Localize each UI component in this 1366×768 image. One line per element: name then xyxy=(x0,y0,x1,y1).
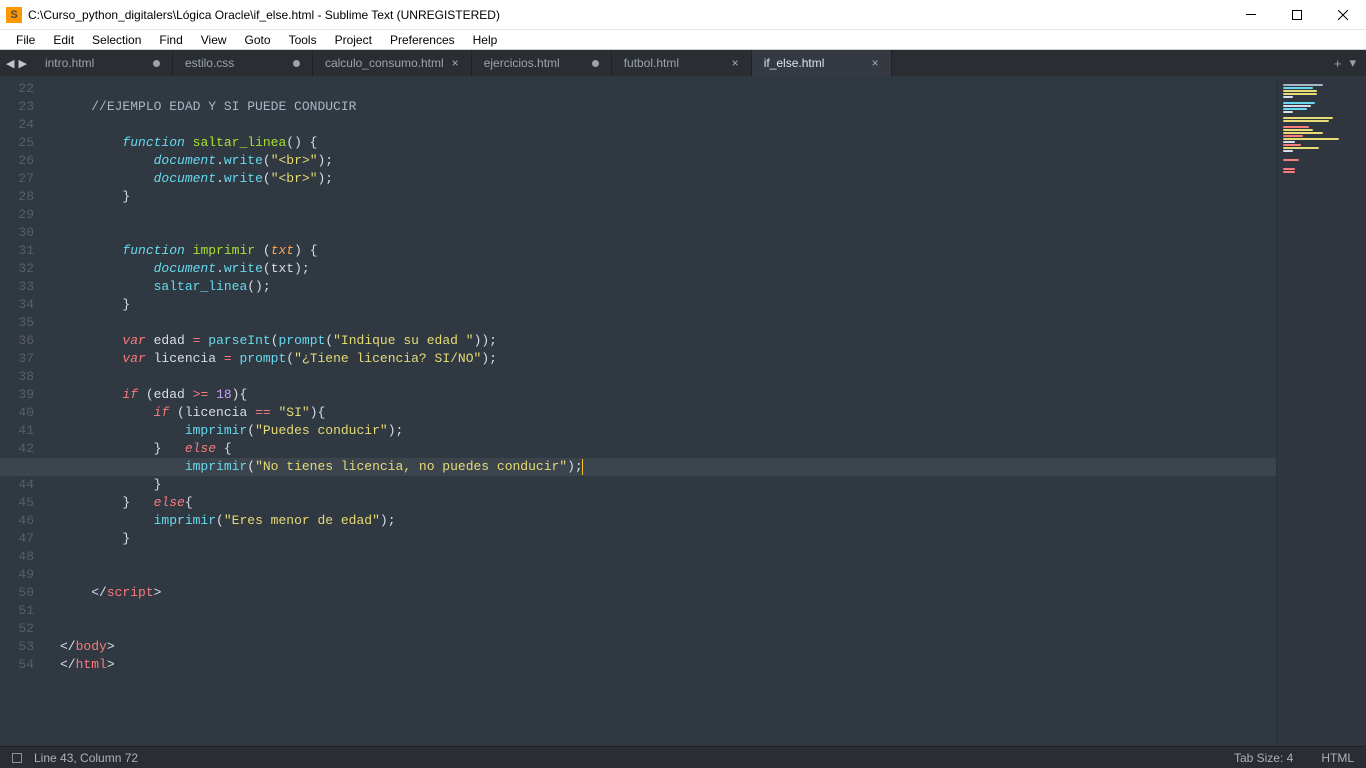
dirty-indicator-icon xyxy=(153,60,160,67)
titlebar: S C:\Curso_python_digitalers\Lógica Orac… xyxy=(0,0,1366,30)
tab-label: estilo.css xyxy=(185,56,285,70)
code-line[interactable]: </script> xyxy=(48,584,1276,602)
panel-switcher-icon[interactable] xyxy=(12,753,22,763)
code-line[interactable]: var edad = parseInt(prompt("Indique su e… xyxy=(48,332,1276,350)
code-line[interactable] xyxy=(48,206,1276,224)
code-line[interactable]: //EJEMPLO EDAD Y SI PUEDE CONDUCIR xyxy=(48,98,1276,116)
code-line[interactable]: </body> xyxy=(48,638,1276,656)
close-button[interactable] xyxy=(1320,0,1366,29)
code-line[interactable]: } xyxy=(48,476,1276,494)
cursor-position[interactable]: Line 43, Column 72 xyxy=(34,751,138,765)
dirty-indicator-icon xyxy=(293,60,300,67)
close-tab-icon[interactable]: × xyxy=(872,56,879,70)
editor-area[interactable]: 2223242526272829303132333435363738394041… xyxy=(0,76,1366,746)
code-line[interactable]: if (edad >= 18){ xyxy=(48,386,1276,404)
menu-find[interactable]: Find xyxy=(151,31,190,49)
statusbar: Line 43, Column 72 Tab Size: 4 HTML xyxy=(0,746,1366,768)
tab-size[interactable]: Tab Size: 4 xyxy=(1234,751,1293,765)
code-line[interactable]: } xyxy=(48,296,1276,314)
code-line[interactable]: imprimir("Eres menor de edad"); xyxy=(48,512,1276,530)
menu-file[interactable]: File xyxy=(8,31,43,49)
code-line[interactable]: if (licencia == "SI"){ xyxy=(48,404,1276,422)
code-line[interactable] xyxy=(48,548,1276,566)
menu-project[interactable]: Project xyxy=(327,31,380,49)
line-gutter: 2223242526272829303132333435363738394041… xyxy=(0,76,48,746)
menu-view[interactable]: View xyxy=(193,31,235,49)
text-cursor xyxy=(582,459,583,475)
tabbar: ◀ ▶ intro.html estilo.css calculo_consumo.… xyxy=(0,50,1366,76)
tab-estilo-css[interactable]: estilo.css xyxy=(173,50,313,76)
nav-back-icon[interactable]: ◀ xyxy=(6,57,14,70)
tab-label: calculo_consumo.html xyxy=(325,56,444,70)
minimap[interactable] xyxy=(1276,76,1366,746)
code-line[interactable] xyxy=(48,224,1276,242)
menu-edit[interactable]: Edit xyxy=(45,31,82,49)
minimize-button[interactable] xyxy=(1228,0,1274,29)
tab-ejercicios-html[interactable]: ejercicios.html xyxy=(472,50,612,76)
close-tab-icon[interactable]: × xyxy=(732,56,739,70)
menu-help[interactable]: Help xyxy=(465,31,506,49)
code-line[interactable]: } else{ xyxy=(48,494,1276,512)
maximize-button[interactable] xyxy=(1274,0,1320,29)
syntax-mode[interactable]: HTML xyxy=(1321,751,1354,765)
code-line[interactable] xyxy=(48,116,1276,134)
tab-label: ejercicios.html xyxy=(484,56,584,70)
tab-label: if_else.html xyxy=(764,56,864,70)
code-line[interactable]: document.write("<br>"); xyxy=(48,170,1276,188)
code-line[interactable]: </html> xyxy=(48,656,1276,674)
tab-intro-html[interactable]: intro.html xyxy=(33,50,173,76)
tab-futbol-html[interactable]: futbol.html × xyxy=(612,50,752,76)
code-content[interactable]: //EJEMPLO EDAD Y SI PUEDE CONDUCIR funct… xyxy=(48,76,1276,746)
code-line[interactable]: imprimir("No tienes licencia, no puedes … xyxy=(48,458,1276,476)
app-icon: S xyxy=(6,7,22,23)
code-line[interactable]: var licencia = prompt("¿Tiene licencia? … xyxy=(48,350,1276,368)
code-line[interactable]: } else { xyxy=(48,440,1276,458)
code-line[interactable] xyxy=(48,368,1276,386)
tab-if_else-html[interactable]: if_else.html × xyxy=(752,50,892,76)
tab-menu-button[interactable]: ▾ xyxy=(1349,55,1356,71)
new-tab-button[interactable]: + xyxy=(1334,56,1342,71)
code-line[interactable] xyxy=(48,602,1276,620)
code-line[interactable]: saltar_linea(); xyxy=(48,278,1276,296)
window-title: C:\Curso_python_digitalers\Lógica Oracle… xyxy=(28,8,1228,22)
close-tab-icon[interactable]: × xyxy=(452,56,459,70)
code-line[interactable]: function saltar_linea() { xyxy=(48,134,1276,152)
menu-selection[interactable]: Selection xyxy=(84,31,149,49)
code-line[interactable]: } xyxy=(48,188,1276,206)
dirty-indicator-icon xyxy=(592,60,599,67)
code-line[interactable]: document.write("<br>"); xyxy=(48,152,1276,170)
code-line[interactable] xyxy=(48,620,1276,638)
menu-goto[interactable]: Goto xyxy=(237,31,279,49)
code-line[interactable] xyxy=(48,566,1276,584)
menu-preferences[interactable]: Preferences xyxy=(382,31,463,49)
tab-label: intro.html xyxy=(45,56,145,70)
code-line[interactable] xyxy=(48,314,1276,332)
menubar: FileEditSelectionFindViewGotoToolsProjec… xyxy=(0,30,1366,50)
menu-tools[interactable]: Tools xyxy=(281,31,325,49)
tab-calculo_consumo-html[interactable]: calculo_consumo.html × xyxy=(313,50,472,76)
code-line[interactable]: document.write(txt); xyxy=(48,260,1276,278)
code-line[interactable] xyxy=(48,80,1276,98)
tab-nav-arrows[interactable]: ◀ ▶ xyxy=(0,50,33,76)
code-line[interactable]: } xyxy=(48,530,1276,548)
tab-label: futbol.html xyxy=(624,56,724,70)
code-line[interactable]: imprimir("Puedes conducir"); xyxy=(48,422,1276,440)
nav-forward-icon[interactable]: ▶ xyxy=(18,57,26,70)
code-line[interactable]: function imprimir (txt) { xyxy=(48,242,1276,260)
